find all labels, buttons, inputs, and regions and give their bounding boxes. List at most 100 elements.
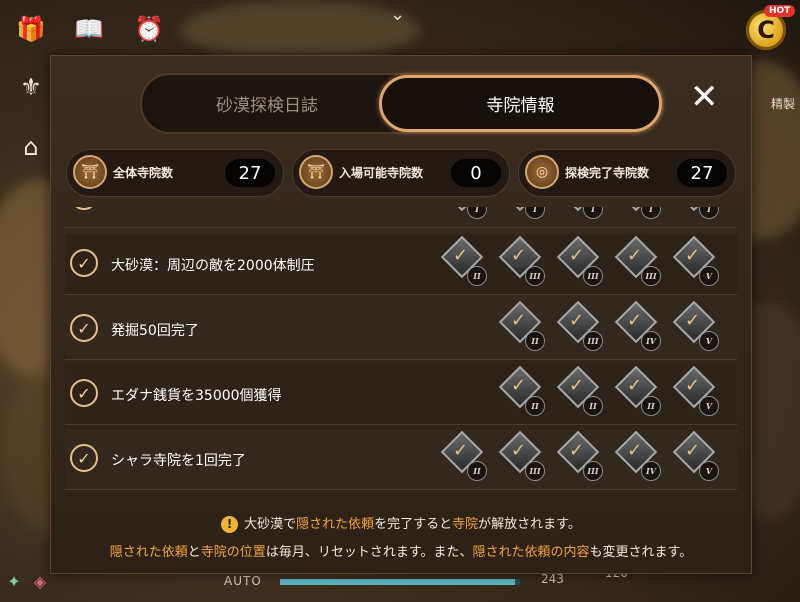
note-text: は毎月、リセットされます。また、	[265, 545, 473, 560]
tier-label: II	[467, 266, 487, 286]
tier-label: I	[467, 207, 487, 219]
tier-label: I	[525, 207, 545, 219]
check-icon: ✓	[511, 245, 527, 266]
gem-icon[interactable]: ◈	[28, 569, 52, 593]
stat-label: 探検完了寺院数	[565, 166, 650, 180]
reward-badges: ✓ II ✓ III ✓ III ✓ IV ✓ V	[439, 430, 729, 485]
explored-emblem-icon: ◎	[525, 155, 559, 189]
reward-badge[interactable]: ✓ III	[555, 300, 603, 353]
task-list[interactable]: ✓✓I✓I✓I✓I✓I✓大砂漠：周辺の敵を2000体制圧✓II✓III✓III✓…	[65, 207, 737, 502]
coin-symbol: C	[757, 16, 775, 44]
task-label: 発掘50回完了	[111, 323, 199, 339]
stat-total-temples: ⛩ 全体寺院数 27	[66, 149, 284, 197]
tab-desert-diary[interactable]: 砂漠探検日誌	[142, 75, 392, 132]
reward-badge[interactable]: ✓ V	[671, 235, 719, 288]
tier-label: III	[583, 461, 603, 481]
auto-toggle[interactable]: AUTO	[224, 574, 262, 588]
check-icon: ✓	[70, 444, 98, 472]
stat-value: 0	[451, 159, 501, 187]
task-row: ✓ ✓I ✓I ✓I ✓I ✓I	[65, 207, 737, 228]
check-icon: ✓	[627, 440, 643, 461]
note-text: 大砂漠で	[244, 517, 297, 532]
task-row: ✓ 大砂漠：周辺の敵を2000体制圧 ✓ II ✓ III ✓ III ✓ III ✓ V	[65, 234, 737, 295]
stat-enterable-temples: ⛩ 入場可能寺院数 0	[292, 149, 510, 197]
reward-badge[interactable]: ✓ V	[671, 365, 719, 418]
stats-row: ⛩ 全体寺院数 27 ⛩ 入場可能寺院数 0 ◎ 探検完了寺院数 27	[66, 149, 736, 197]
note-text: が解放されます。	[478, 517, 581, 532]
tier-label: II	[583, 396, 603, 416]
reward-badge[interactable]: ✓ II	[497, 300, 545, 353]
reward-badge[interactable]: ✓I	[671, 207, 719, 221]
info-line-1: ! 大砂漠で隠された依頼を完了すると寺院が解放されます。	[51, 513, 751, 533]
task-label: 大砂漠：周辺の敵を2000体制圧	[111, 258, 315, 274]
tab-temple-info[interactable]: 寺院情報	[379, 75, 662, 132]
reward-badge[interactable]: ✓ IV	[613, 300, 661, 353]
reward-badge[interactable]: ✓ II	[555, 365, 603, 418]
check-icon: ✓	[511, 440, 527, 461]
temple-info-dialog: 砂漠探検日誌 寺院情報 ✕ ⛩ 全体寺院数 27 ⛩ 入場可能寺院数 0 ◎ 探…	[50, 55, 752, 574]
reward-badge[interactable]: ✓ II	[497, 365, 545, 418]
temple-emblem-icon: ⛩	[299, 155, 333, 189]
tab-bar: 砂漠探検日誌 寺院情報	[140, 73, 664, 134]
check-icon: ✓	[453, 440, 469, 461]
tier-label: II	[525, 396, 545, 416]
reward-badges: ✓ II ✓ III ✓ III ✓ III ✓ V	[439, 235, 729, 290]
check-icon: ✓	[569, 245, 585, 266]
tier-label: III	[525, 266, 545, 286]
stat-label: 全体寺院数	[113, 166, 174, 180]
reward-badge[interactable]: ✓ III	[497, 235, 545, 288]
profile-book-icon[interactable]: 📖	[72, 12, 106, 46]
gift-icon[interactable]: 🎁	[14, 12, 48, 46]
note-text: を完了すると	[374, 517, 453, 532]
stat-value-a: 243	[541, 572, 564, 586]
check-icon: ✓	[511, 310, 527, 331]
reward-badge[interactable]: ✓ V	[671, 430, 719, 483]
tier-label: III	[525, 461, 545, 481]
tier-label: II	[467, 461, 487, 481]
reward-badge[interactable]: ✓ III	[497, 430, 545, 483]
stat-value: 27	[677, 159, 727, 187]
reward-badge[interactable]: ✓I	[613, 207, 661, 221]
reward-badge[interactable]: ✓I	[555, 207, 603, 221]
compass-icon[interactable]: ✦	[2, 569, 26, 593]
tier-label: I	[583, 207, 603, 219]
stat-value: 27	[225, 159, 275, 187]
guild-emblem-icon[interactable]: ⚜	[14, 70, 48, 104]
reward-badge[interactable]: ✓ II	[613, 365, 661, 418]
reward-badge[interactable]: ✓ II	[439, 235, 487, 288]
stat-label: 入場可能寺院数	[339, 166, 424, 180]
reward-badge[interactable]: ✓ II	[439, 430, 487, 483]
check-icon: ✓	[511, 375, 527, 396]
check-icon: ✓	[685, 310, 701, 331]
reward-badge[interactable]: ✓I	[497, 207, 545, 221]
tier-label: III	[583, 331, 603, 351]
tier-label: II	[641, 396, 661, 416]
close-button[interactable]: ✕	[690, 80, 719, 114]
tier-label: V	[699, 396, 719, 416]
tier-label: V	[699, 461, 719, 481]
info-line-2: 隠された依頼と寺院の位置は毎月、リセットされます。また、隠された依頼の内容も変更…	[51, 541, 751, 560]
tier-label: V	[699, 266, 719, 286]
stat-explored-temples: ◎ 探検完了寺院数 27	[518, 149, 736, 197]
reward-badge[interactable]: ✓ III	[613, 235, 661, 288]
home-icon[interactable]: ⌂	[14, 130, 48, 164]
warning-icon: !	[221, 516, 239, 533]
check-icon: ✓	[627, 310, 643, 331]
reward-badges: ✓I ✓I ✓I ✓I ✓I	[439, 207, 729, 223]
task-row: ✓ シャラ寺院を1回完了 ✓ II ✓ III ✓ III ✓ IV ✓ V	[65, 429, 737, 490]
alarm-clock-icon[interactable]: ⏰	[132, 12, 166, 46]
check-icon: ✓	[627, 245, 643, 266]
chevron-down-icon[interactable]: ⌄	[390, 4, 405, 25]
info-footer: ! 大砂漠で隠された依頼を完了すると寺院が解放されます。 隠された依頼と寺院の位置…	[51, 505, 751, 573]
tier-label: IV	[641, 331, 661, 351]
check-icon: ✓	[453, 245, 469, 266]
reward-badge[interactable]: ✓ III	[555, 430, 603, 483]
tier-label: IV	[641, 461, 661, 481]
highlight-text: 隠された依頼	[109, 545, 188, 560]
reward-badge[interactable]: ✓ V	[671, 300, 719, 353]
reward-badge[interactable]: ✓ III	[555, 235, 603, 288]
check-icon: ✓	[685, 440, 701, 461]
reward-badge[interactable]: ✓ IV	[613, 430, 661, 483]
reward-badge[interactable]: ✓I	[439, 207, 487, 221]
reward-badges: ✓ II ✓ II ✓ II ✓ V	[497, 365, 729, 420]
